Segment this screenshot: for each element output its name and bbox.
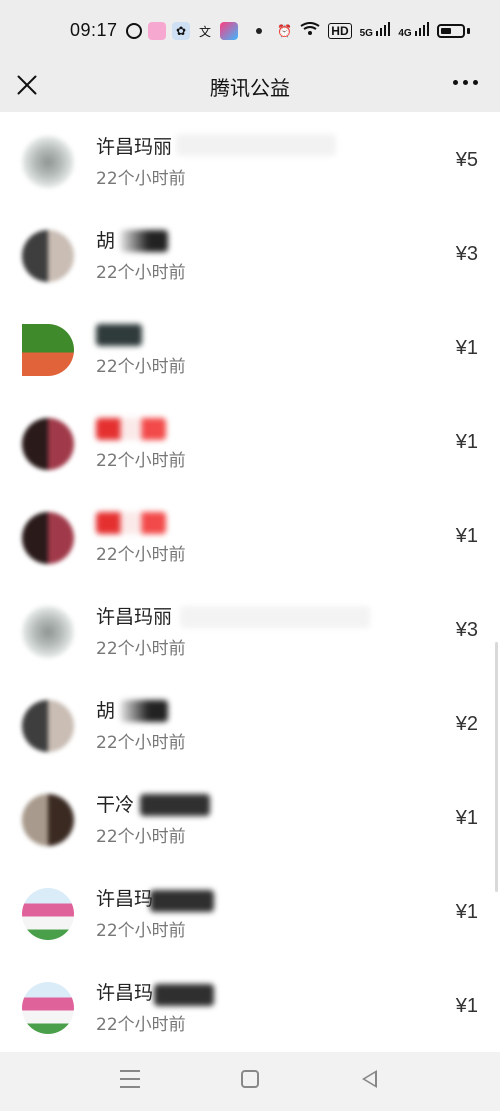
list-item[interactable]: 22个小时前 ¥1 xyxy=(0,488,500,582)
alarm-icon: ⏰ xyxy=(277,23,293,38)
back-icon[interactable] xyxy=(362,1070,377,1088)
avatar[interactable] xyxy=(22,230,74,282)
hd-icon: HD xyxy=(328,22,352,39)
list-item[interactable]: 22个小时前 ¥1 xyxy=(0,394,500,488)
donation-amount: ¥1 xyxy=(455,901,478,923)
avatar[interactable] xyxy=(22,982,74,1034)
donation-time: 22个小时前 xyxy=(96,357,186,377)
list-item[interactable]: 22个小时前 ¥1 xyxy=(0,300,500,394)
redacted-name-mask xyxy=(140,794,210,816)
donation-amount: ¥3 xyxy=(455,243,478,265)
text-app-icon: 文 xyxy=(198,24,211,39)
avatar[interactable] xyxy=(22,418,74,470)
redacted-name-mask xyxy=(96,418,166,440)
scrollbar[interactable] xyxy=(495,642,498,892)
status-time: 09:17 xyxy=(70,20,118,40)
list-item[interactable]: 许昌玛丽 22个小时前 ¥3 xyxy=(0,582,500,676)
paw-app-icon: ✿ xyxy=(172,22,190,40)
redacted-name-mask xyxy=(176,134,336,156)
list-item[interactable]: 许昌玛 22个小时前 ¥1 xyxy=(0,864,500,958)
signal-4g-label: 4G xyxy=(398,28,412,39)
avatar[interactable] xyxy=(22,606,74,658)
donation-time: 22个小时前 xyxy=(96,451,186,471)
donor-name: 许昌玛丽 xyxy=(96,136,173,158)
avatar[interactable] xyxy=(22,794,74,846)
avatar[interactable] xyxy=(22,888,74,940)
nav-header: 腾讯公益 xyxy=(0,64,500,112)
system-nav-bar xyxy=(0,1052,500,1111)
donation-amount: ¥1 xyxy=(455,525,478,547)
donation-time: 22个小时前 xyxy=(96,169,186,189)
wifi-icon xyxy=(300,22,320,39)
more-options-icon[interactable] xyxy=(453,80,478,85)
redacted-name-mask xyxy=(96,324,142,346)
notification-dot-icon xyxy=(256,28,262,34)
donor-name: 胡 xyxy=(96,230,116,252)
donation-time: 22个小时前 xyxy=(96,545,186,565)
redacted-name-mask xyxy=(120,700,168,722)
status-app-icons: ✿ 文 xyxy=(126,22,262,40)
redacted-name-mask xyxy=(96,512,166,534)
donation-time: 22个小时前 xyxy=(96,639,186,659)
chat-app-icon xyxy=(126,23,142,39)
donor-name: 许昌玛 xyxy=(96,982,154,1004)
donation-time: 22个小时前 xyxy=(96,263,186,283)
status-bar: 09:17 ✿ 文 ⏰ HD 5G 4G xyxy=(0,0,500,64)
donor-name: 许昌玛 xyxy=(96,888,154,910)
status-indicators: ⏰ HD 5G 4G xyxy=(277,22,470,39)
avatar[interactable] xyxy=(22,324,74,376)
tiktok-app-icon xyxy=(220,22,238,40)
donation-amount: ¥1 xyxy=(455,431,478,453)
donation-time: 22个小时前 xyxy=(96,733,186,753)
list-item[interactable]: 干冷 22个小时前 ¥1 xyxy=(0,770,500,864)
donor-name: 许昌玛丽 xyxy=(96,606,173,628)
donor-name: 干冷 xyxy=(96,794,135,816)
signal-5g-icon: 5G xyxy=(360,22,391,39)
donation-amount: ¥1 xyxy=(455,807,478,829)
battery-icon xyxy=(437,23,465,38)
donation-amount: ¥1 xyxy=(455,995,478,1017)
donation-time: 22个小时前 xyxy=(96,827,186,847)
redacted-name-mask xyxy=(150,890,214,912)
redacted-name-mask xyxy=(120,230,168,252)
donation-amount: ¥1 xyxy=(455,337,478,359)
signal-5g-label: 5G xyxy=(359,28,373,39)
avatar[interactable] xyxy=(22,512,74,564)
menu-icon[interactable] xyxy=(120,1070,140,1088)
list-item[interactable]: 胡 22个小时前 ¥2 xyxy=(0,676,500,770)
donation-list: 许昌玛丽 22个小时前 ¥5 胡 22个小时前 ¥3 22个小时前 ¥1 22个… xyxy=(0,112,500,1052)
avatar[interactable] xyxy=(22,700,74,752)
home-icon[interactable] xyxy=(241,1070,259,1088)
list-item[interactable]: 许昌玛 22个小时前 ¥1 xyxy=(0,958,500,1052)
redacted-name-mask xyxy=(154,984,214,1006)
camera-app-icon xyxy=(148,22,166,40)
battery-nub xyxy=(467,27,470,34)
donor-name: 胡 xyxy=(96,700,116,722)
donation-amount: ¥3 xyxy=(455,619,478,641)
signal-4g-icon: 4G xyxy=(398,22,429,39)
donation-time: 22个小时前 xyxy=(96,1015,186,1035)
page-title: 腾讯公益 xyxy=(210,78,290,100)
list-item[interactable]: 许昌玛丽 22个小时前 ¥5 xyxy=(0,112,500,206)
donation-amount: ¥2 xyxy=(455,713,478,735)
avatar[interactable] xyxy=(22,136,74,188)
donation-amount: ¥5 xyxy=(455,149,478,171)
donation-time: 22个小时前 xyxy=(96,921,186,941)
list-item[interactable]: 胡 22个小时前 ¥3 xyxy=(0,206,500,300)
redacted-name-mask xyxy=(180,606,370,628)
